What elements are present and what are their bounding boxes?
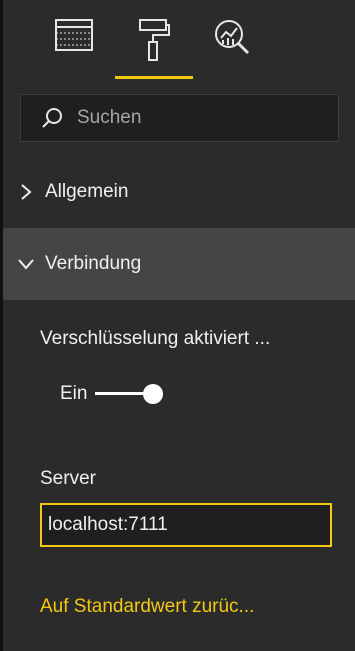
toggle-knob[interactable]	[143, 384, 164, 404]
pane-tab-bar	[3, 0, 355, 88]
analytics-magnifier-icon	[215, 20, 250, 55]
active-tab-indicator	[115, 76, 193, 79]
search-input[interactable]	[75, 106, 319, 130]
server-input[interactable]	[40, 503, 332, 547]
reset-to-default-link[interactable]: Auf Standardwert zurüc...	[40, 596, 254, 618]
tab-format[interactable]	[128, 18, 180, 66]
tab-fields[interactable]	[48, 18, 100, 66]
table-icon	[55, 19, 93, 51]
chevron-right-icon	[7, 183, 45, 201]
section-general-label: Allgemein	[45, 181, 129, 202]
tab-analytics[interactable]	[206, 18, 258, 66]
paint-roller-icon	[139, 19, 170, 61]
server-label: Server	[40, 468, 96, 489]
encryption-toggle[interactable]	[95, 382, 165, 406]
section-connection-label: Verbindung	[45, 253, 142, 274]
visualizations-format-pane: Allgemein Verbindung Verschlüsselung akt…	[0, 0, 355, 651]
chevron-down-icon	[7, 258, 45, 270]
section-connection[interactable]: Verbindung	[3, 228, 355, 300]
encryption-toggle-row: Ein	[60, 378, 165, 410]
section-general[interactable]: Allgemein	[3, 156, 355, 228]
encryption-toggle-state: Ein	[60, 383, 88, 404]
search-icon	[42, 108, 62, 128]
search-box[interactable]	[20, 94, 339, 142]
encryption-label: Verschlüsselung aktiviert ...	[40, 328, 271, 349]
